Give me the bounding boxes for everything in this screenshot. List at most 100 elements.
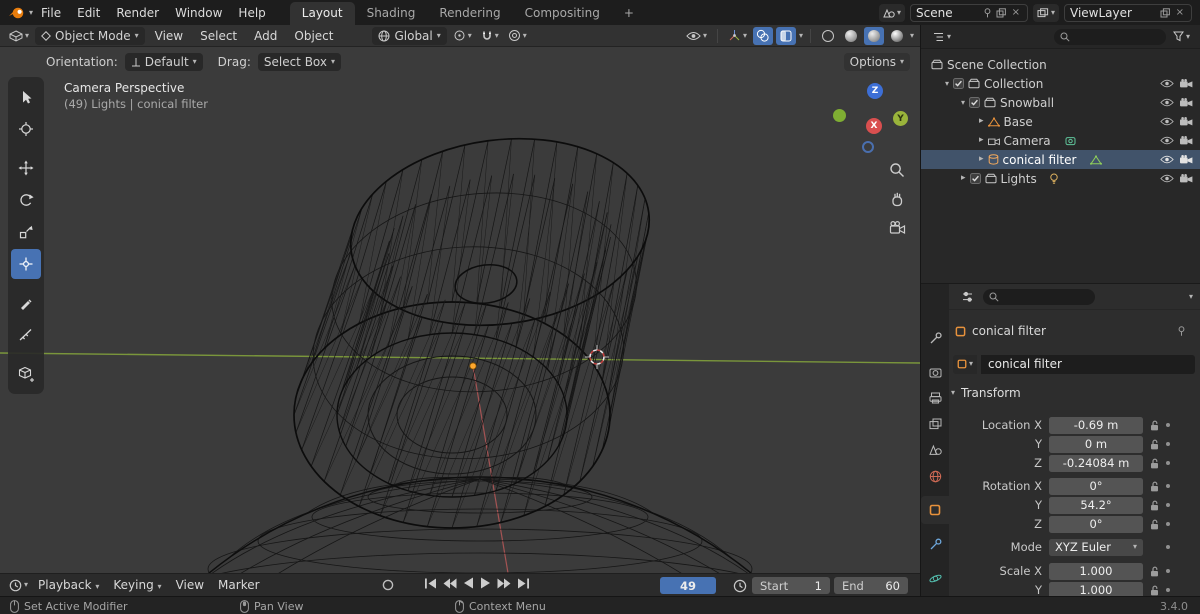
menu-marker[interactable]: Marker [211,576,266,594]
frame-end-field[interactable]: End 60 [834,577,908,594]
expand-arrow[interactable]: ▸ [979,155,984,164]
lock-icon[interactable] [1150,566,1159,577]
tab-compositing[interactable]: Compositing [513,2,612,25]
shading-solid-button[interactable] [841,27,861,45]
remove-viewlayer-button[interactable]: × [1174,7,1186,18]
viewlayer-name-field[interactable]: ViewLayer × [1064,4,1192,22]
next-keyframe-button[interactable] [497,578,511,589]
play-button[interactable] [480,577,491,589]
options-dropdown[interactable]: Options ▾ [844,53,910,71]
menu-window[interactable]: Window [167,3,230,23]
expand-arrow[interactable]: ▾ [961,99,965,107]
outliner-row-lights[interactable]: ▸ Lights [921,169,1200,188]
hide-eye-toggle[interactable] [1160,115,1174,129]
menu-select[interactable]: Select [193,27,244,45]
tab-world[interactable] [921,462,949,490]
properties-options-caret-icon[interactable]: ▾ [1189,293,1193,301]
new-scene-icon[interactable] [996,8,1006,18]
menu-file[interactable]: File [33,3,69,23]
tool-select-box[interactable] [11,82,41,112]
snap-toggle[interactable]: ▾ [478,27,502,45]
tool-measure[interactable] [11,320,41,350]
use-preview-range-toggle[interactable] [733,579,747,593]
menu-keying[interactable]: Keying ▾ [106,576,168,594]
outliner-row-collection[interactable]: ▾ Collection [921,74,1200,93]
expand-arrow[interactable]: ▸ [979,117,984,126]
object-id-selector[interactable]: ▾ [953,355,977,374]
rotation-y-field[interactable]: 54.2° [1049,497,1143,514]
lock-icon[interactable] [1150,439,1159,450]
hide-eye-toggle[interactable] [1160,77,1174,91]
xray-toggle[interactable] [776,27,796,45]
location-x-field[interactable]: -0.69 m [1049,417,1143,434]
play-reverse-button[interactable] [463,577,474,589]
animate-dot[interactable] [1166,423,1170,427]
outliner-row-camera[interactable]: ▸ Camera [921,131,1200,150]
expand-arrow[interactable]: ▸ [979,136,984,145]
pivot-point-selector[interactable]: ▾ [450,27,475,45]
scale-y-field[interactable]: 1.000 [1049,582,1143,597]
animate-dot[interactable] [1166,484,1170,488]
lock-icon[interactable] [1150,481,1159,492]
unlink-scene-button[interactable]: × [1010,7,1022,18]
menu-edit[interactable]: Edit [69,3,108,23]
gizmo-z-neg-axis[interactable] [862,141,874,153]
tool-annotate[interactable] [11,288,41,318]
tab-shading[interactable]: Shading [355,2,428,25]
pin-icon[interactable] [983,8,992,18]
menu-playback[interactable]: Playback ▾ [31,576,106,594]
scene-browse-button[interactable]: ▾ [879,4,905,22]
menu-timeline-view[interactable]: View [169,576,211,594]
menu-view[interactable]: View [148,27,190,45]
menu-help[interactable]: Help [230,3,273,23]
disable-render-camera-toggle[interactable] [1179,134,1193,148]
outliner-row-scene-collection[interactable]: Scene Collection [921,55,1200,74]
animate-dot[interactable] [1166,522,1170,526]
animate-dot[interactable] [1166,503,1170,507]
outliner-row-conical-filter[interactable]: ▸ conical filter [921,150,1200,169]
gizmo-y-axis[interactable]: Y [893,111,908,126]
pin-id-icon[interactable] [1177,326,1186,337]
properties-search-input[interactable] [1003,290,1089,303]
current-frame-field[interactable]: 49 [660,577,716,594]
disable-render-camera-toggle[interactable] [1179,172,1193,186]
collection-checkbox[interactable] [969,97,980,108]
hide-eye-toggle[interactable] [1160,134,1174,148]
tool-rotate[interactable] [11,185,41,215]
expand-arrow[interactable]: ▸ [961,174,966,183]
auto-key-toggle[interactable] [378,576,398,594]
editor-type-selector[interactable]: ▾ [6,27,32,45]
shading-wireframe-button[interactable] [818,27,838,45]
object-name-input[interactable] [981,355,1195,374]
expand-arrow[interactable]: ▾ [945,80,949,88]
animate-dot[interactable] [1166,442,1170,446]
rotation-mode-dropdown[interactable]: XYZ Euler ▾ [1049,539,1143,556]
collection-checkbox[interactable] [953,78,964,89]
rotation-z-field[interactable]: 0° [1049,516,1143,533]
location-y-field[interactable]: 0 m [1049,436,1143,453]
animate-dot[interactable] [1166,461,1170,465]
tab-rendering[interactable]: Rendering [427,2,512,25]
jump-to-start-button[interactable] [424,578,437,589]
tab-layout[interactable]: Layout [290,2,355,25]
rotation-x-field[interactable]: 0° [1049,478,1143,495]
transform-orientation-selector[interactable]: Global ▾ [372,27,446,45]
lock-icon[interactable] [1150,500,1159,511]
new-viewlayer-icon[interactable] [1160,8,1170,18]
shading-material-button[interactable] [864,27,884,45]
outliner-search-input[interactable] [1074,30,1160,43]
collection-checkbox[interactable] [970,173,981,184]
tab-render[interactable] [921,358,949,386]
zoom-button[interactable] [886,159,908,181]
tab-view-layer[interactable] [921,410,949,438]
viewlayer-browse-button[interactable]: ▾ [1033,4,1059,22]
tab-object[interactable] [921,496,949,524]
overlays-toggle[interactable] [753,27,773,45]
shading-rendered-button[interactable] [887,27,907,45]
timeline-editor-selector[interactable]: ▾ [6,576,31,594]
tool-cursor[interactable] [11,114,41,144]
menu-add[interactable]: Add [247,27,284,45]
hide-eye-toggle[interactable] [1160,172,1174,186]
blender-logo-icon[interactable] [8,6,25,19]
prev-keyframe-button[interactable] [443,578,457,589]
